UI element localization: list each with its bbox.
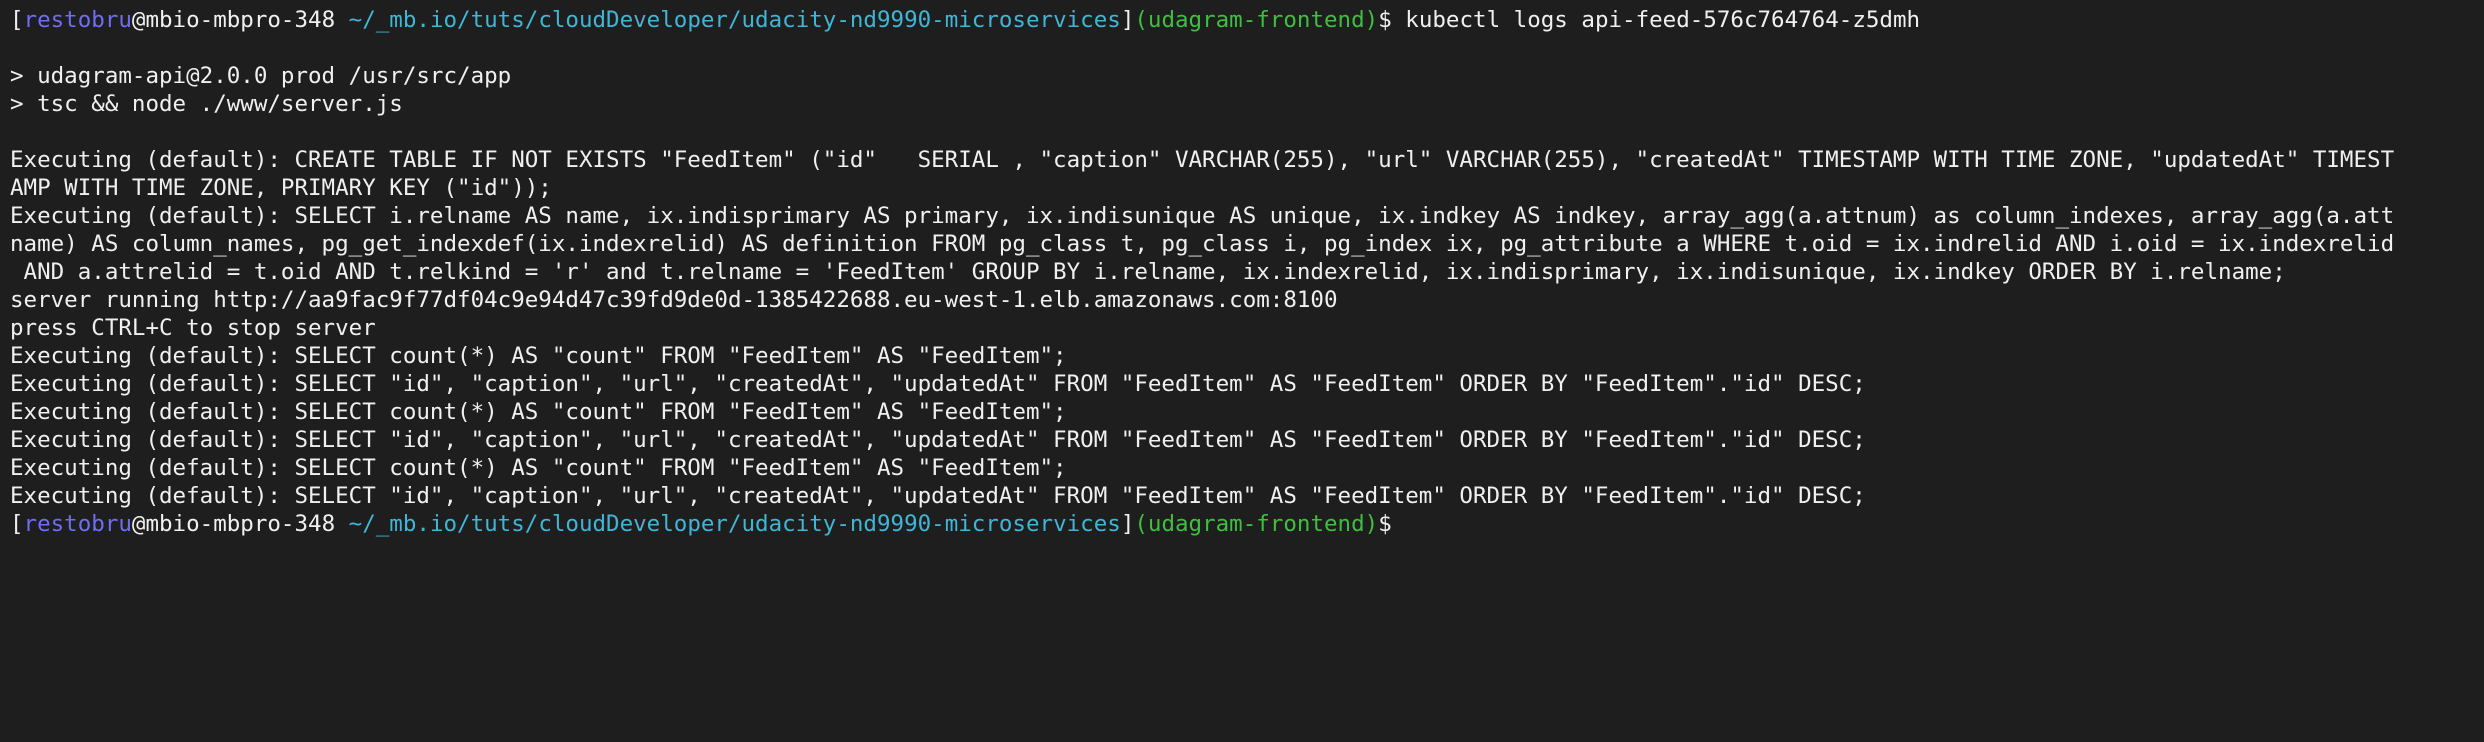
output-line: name) AS column_names, pg_get_indexdef(i… (10, 231, 2395, 257)
prompt-line-command: [restobru@mbio-mbpro-348 ~/_mb.io/tuts/c… (10, 6, 2474, 34)
output-line: server running http://aa9fac9f77df04c9e9… (10, 287, 1338, 313)
prompt-host: @mbio-mbpro-348 (131, 511, 336, 537)
terminal-output: > udagram-api@2.0.0 prod /usr/src/app > t… (10, 34, 2474, 510)
output-line: > udagram-api@2.0.0 prod /usr/src/app (10, 63, 512, 89)
output-line: Executing (default): SELECT "id", "capti… (10, 483, 1866, 509)
output-line: Executing (default): SELECT count(*) AS … (10, 455, 1067, 481)
prompt-user: restobru (23, 7, 132, 33)
prompt-close-bracket: ] (1120, 7, 1135, 33)
prompt-path: ~/_mb.io/tuts/cloudDeveloper/udacity-nd9… (348, 7, 1121, 33)
prompt-open-bracket: [ (10, 511, 24, 537)
output-line: Executing (default): SELECT count(*) AS … (10, 343, 1067, 369)
output-line: Executing (default): SELECT count(*) AS … (10, 399, 1067, 425)
output-line: press CTRL+C to stop server (10, 315, 376, 341)
prompt-symbol: $ (1378, 7, 1392, 33)
prompt-branch: (udagram-frontend) (1134, 511, 1379, 537)
prompt-path: ~/_mb.io/tuts/cloudDeveloper/udacity-nd9… (348, 511, 1121, 537)
prompt-symbol: $ (1378, 511, 1392, 537)
output-line: AMP WITH TIME ZONE, PRIMARY KEY ("id")); (10, 175, 552, 201)
prompt-close-bracket: ] (1120, 511, 1135, 537)
output-line: Executing (default): SELECT "id", "capti… (10, 371, 1866, 397)
output-line: Executing (default): SELECT i.relname AS… (10, 203, 2395, 229)
command-text: kubectl logs api-feed-576c764764-z5dmh (1391, 7, 1921, 33)
prompt-open-bracket: [ (10, 7, 24, 33)
terminal-window[interactable]: [restobru@mbio-mbpro-348 ~/_mb.io/tuts/c… (0, 0, 2484, 742)
prompt-user: restobru (23, 511, 132, 537)
prompt-line-final[interactable]: [restobru@mbio-mbpro-348 ~/_mb.io/tuts/c… (10, 510, 2474, 538)
prompt-branch: (udagram-frontend) (1134, 7, 1379, 33)
output-line: Executing (default): CREATE TABLE IF NOT… (10, 147, 2395, 173)
output-line: > tsc && node ./www/server.js (10, 91, 403, 117)
prompt-host: @mbio-mbpro-348 (131, 7, 336, 33)
output-line: AND a.attrelid = t.oid AND t.relkind = '… (10, 259, 2286, 285)
output-line: Executing (default): SELECT "id", "capti… (10, 427, 1866, 453)
